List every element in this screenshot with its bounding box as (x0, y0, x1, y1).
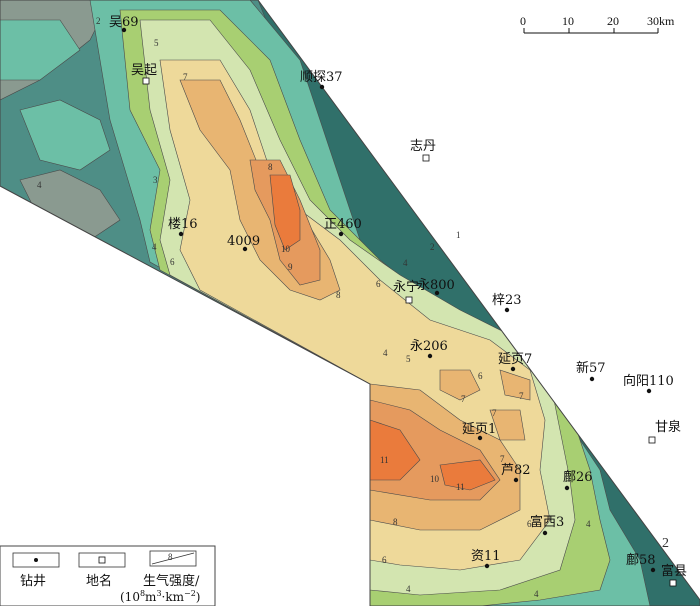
contour-label: 4 (152, 242, 157, 252)
well-label: 延页7 (498, 352, 532, 367)
contour-label: 4 (403, 258, 408, 268)
contour-label: 7 (461, 394, 466, 404)
contour-label: 3 (153, 175, 158, 185)
well-label: 鄜58 (626, 552, 656, 568)
well-label: 资11 (471, 549, 501, 564)
contour-label: 11 (456, 482, 465, 492)
legend: 钻井 地名 8 生气强度/ (108m3·km−2) (0, 545, 216, 606)
well-marker[interactable] (504, 307, 510, 313)
place-marker[interactable] (142, 77, 150, 85)
contour-label: 2 (430, 242, 435, 252)
well-label: 延页1 (462, 422, 496, 437)
contour-label: 1 (456, 230, 461, 240)
legend-place-label: 地名 (86, 573, 112, 589)
legend-contour-value: 8 (168, 552, 173, 562)
place-marker[interactable] (648, 436, 656, 444)
place-marker[interactable] (422, 154, 430, 162)
well-label: 4009 (227, 234, 260, 249)
well-label: 永206 (410, 339, 448, 354)
contour-label: 10 (430, 474, 440, 484)
place-label: 吴起 (131, 63, 157, 78)
well-label: 鄜26 (563, 469, 593, 485)
scale-tick-label: 0 (520, 14, 526, 28)
place-label: 永宁 (393, 279, 419, 295)
gas-strength-map: 2 5 7 4 3 8 10 9 8 4 6 1 2 4 6 4 5 6 7 7… (0, 0, 700, 606)
well-marker[interactable] (484, 563, 490, 569)
contour-label: 2 (662, 536, 669, 551)
place-marker[interactable] (405, 296, 413, 304)
contour-bands (0, 0, 700, 606)
contour-label: 5 (154, 38, 159, 48)
well-marker[interactable] (542, 530, 548, 536)
place-label: 富县 (661, 563, 687, 579)
contour-label: 7 (492, 408, 497, 418)
well-marker[interactable] (564, 485, 570, 491)
well-label: 梓23 (492, 293, 522, 308)
contour-label: 6 (170, 257, 175, 267)
well-label: 新57 (576, 360, 606, 376)
contour-label: 9 (288, 262, 293, 272)
contour-label: 6 (376, 279, 381, 289)
well-label: 向阳110 (623, 373, 674, 389)
well-label: 永800 (417, 278, 455, 293)
well-marker[interactable] (338, 231, 344, 237)
contour-label: 4 (383, 348, 388, 358)
well-marker[interactable] (589, 376, 595, 382)
well-marker[interactable] (178, 231, 184, 237)
contour-label: 6 (382, 555, 387, 565)
well-label: 顺探37 (300, 70, 343, 85)
contour-label: 8 (336, 290, 341, 300)
contour-label: 4 (37, 180, 42, 190)
contour-label: 4 (534, 589, 539, 599)
well-marker[interactable] (646, 388, 652, 394)
scale-tick-label: 10 (562, 14, 574, 28)
contour-label: 5 (406, 354, 411, 364)
map-root: 2 5 7 4 3 8 10 9 8 4 6 1 2 4 6 4 5 6 7 7… (0, 0, 700, 606)
contour-label: 11 (380, 455, 389, 465)
scale-bar: 0 10 20 30km (520, 14, 675, 34)
contour-label: 6 (478, 371, 483, 381)
well-label: 楼16 (168, 217, 198, 232)
well-label: 吴69 (109, 15, 139, 30)
place-label: 志丹 (410, 139, 436, 154)
contour-label: 8 (268, 162, 273, 172)
place-marker[interactable] (669, 579, 677, 587)
contour-label: 8 (393, 517, 398, 527)
well-marker[interactable] (319, 84, 325, 90)
well-label: 正460 (324, 217, 362, 232)
contour-label: 10 (281, 244, 291, 254)
contour-label: 7 (183, 72, 188, 82)
legend-well-label: 钻井 (20, 574, 46, 589)
scale-tick-label: 20 (607, 14, 619, 28)
well-label: 富西3 (530, 514, 564, 530)
scale-tick-label: 30km (647, 14, 675, 28)
well-marker[interactable] (427, 353, 433, 359)
contour-label: 4 (586, 519, 591, 529)
well-marker[interactable] (650, 567, 656, 573)
place-label: 甘泉 (655, 419, 681, 435)
contour-label: 2 (96, 16, 101, 26)
well-marker[interactable] (513, 477, 519, 483)
well-marker[interactable] (510, 366, 516, 372)
contour-label: 4 (406, 584, 411, 594)
contour-label: 7 (519, 391, 524, 401)
legend-place-square (98, 556, 106, 564)
legend-well-dot (34, 558, 38, 562)
well-label: 芦82 (501, 463, 531, 478)
legend-strength-title: 生气强度/ (143, 573, 200, 589)
